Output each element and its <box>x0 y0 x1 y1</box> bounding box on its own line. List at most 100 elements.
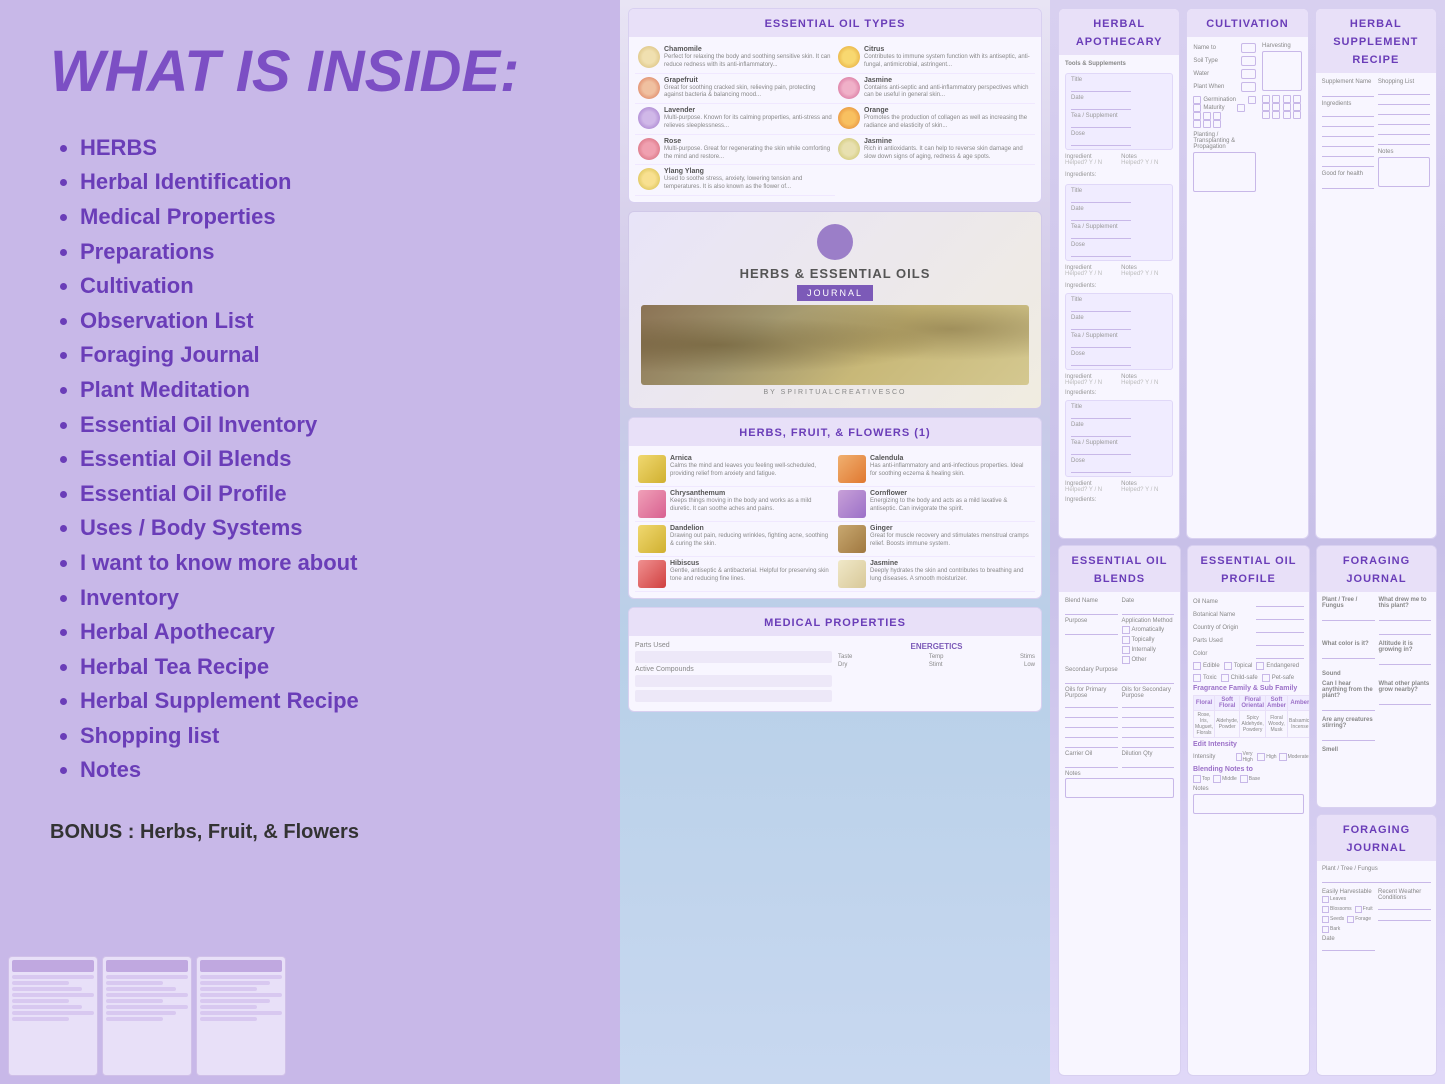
apothecary-row-2: Ingredient Helped? Y / N Notes Helped? Y… <box>1065 154 1173 166</box>
apothecary-subtitle: Tools & Supplements <box>1065 61 1173 67</box>
cultivation-title: CULTIVATION <box>1206 18 1289 30</box>
cultivation-harvesting-box <box>1262 51 1302 91</box>
blending-middle-label: Middle <box>1222 776 1237 782</box>
citrus-icon <box>838 46 860 68</box>
preview-line <box>12 1005 82 1009</box>
foraging-card-1: FORAGING JOURNAL Plant / Tree / Fungus W… <box>1316 545 1437 808</box>
apothecary-body: Tools & Supplements Title Date Tea / Sup… <box>1059 55 1179 509</box>
frag-td-amber: Balsamic, Incense <box>1288 711 1311 738</box>
citrus-desc: Contributes to immune system function wi… <box>864 54 1032 70</box>
eo-profile-label-parts: Parts Used <box>1193 638 1253 644</box>
cultivation-right: Harvesting <box>1262 43 1302 192</box>
apothecary-row-8: Ingredient Helped? Y / N Notes Helped? Y… <box>1065 481 1173 493</box>
apothecary-field-date-3: Date <box>1071 315 1131 330</box>
cultivation-label-water: Water <box>1193 71 1238 77</box>
foraging-body-2: Plant / Tree / Fungus Easily Harvestable… <box>1317 861 1436 956</box>
foraging-line-nearby <box>1379 695 1432 705</box>
supplement-goodfor-label: Good for health <box>1322 171 1374 177</box>
blend-notes-section: Notes <box>1065 771 1174 798</box>
shopping-line-5 <box>1378 127 1430 135</box>
cornflower-content: Cornflower Energizing to the body and ac… <box>870 490 1032 514</box>
preview-line <box>200 999 270 1003</box>
preview-line <box>12 999 69 1003</box>
cult-check-4 <box>1272 103 1280 111</box>
cultivation-body: Name to Soil Type Water Plant When <box>1187 37 1307 198</box>
foraging-label-creatures: Are any creatures stirring? <box>1322 717 1375 729</box>
cult-check-9 <box>1283 103 1291 111</box>
blend-col-secondary: Secondary Purpose <box>1065 667 1174 684</box>
list-item: Herbal Apothecary <box>80 618 570 647</box>
eo-profile-line-parts <box>1256 636 1304 646</box>
cult-check-group-1 <box>1262 95 1280 119</box>
eo-item-grapefruit: Grapefruit Great for soothing cracked sk… <box>635 74 835 105</box>
apothecary-field-type-3: Tea / Supplement <box>1071 333 1131 348</box>
apothecary-line-dose <box>1071 138 1131 146</box>
preview-header <box>106 960 188 972</box>
apothecary-row-5: Title Date Tea / Supplement Dose <box>1065 293 1173 370</box>
hff-ginger: Ginger Great for muscle recovery and sti… <box>835 522 1035 557</box>
ginger-name: Ginger <box>870 525 1032 532</box>
eo-check-childsafe-box <box>1221 674 1229 682</box>
eo-item-jasmine: Jasmine Rich in antioxidants. It can hel… <box>835 135 1035 166</box>
foraging-header-2: FORAGING JOURNAL <box>1317 815 1436 861</box>
eo-profile-row-name: Oil Name <box>1193 597 1304 607</box>
blend-row-carrier: Carrier Oil Dilution Qty <box>1065 751 1174 768</box>
eo-check-edible-label: Edible <box>1203 663 1220 669</box>
blend-col-carrier: Carrier Oil <box>1065 751 1118 768</box>
supplement-goodfor-line <box>1322 179 1374 189</box>
apothecary-label-date-4: Date <box>1071 422 1131 428</box>
cult-check-1 <box>1262 95 1270 103</box>
foraging-body-1: Plant / Tree / Fungus What drew me to th… <box>1317 592 1436 758</box>
foraging-item-hear: Can I hear anything from the plant? <box>1322 681 1375 713</box>
ingredient-line-3 <box>1322 129 1374 137</box>
blending-top: Top <box>1193 775 1210 783</box>
apothecary-line-dose-2 <box>1071 249 1131 257</box>
preview-line <box>106 981 163 985</box>
check-forage-box <box>1347 916 1354 923</box>
medical-right: ENERGETICS Taste Temp Stims Dry Stimt Lo… <box>838 642 1035 705</box>
preview-header <box>200 960 282 972</box>
bonus-detail: : Herbs, Fruit, & Flowers <box>128 821 359 843</box>
eo-types-card: ESSENTIAL OIL TYPES Chamomile Perfect fo… <box>628 8 1042 203</box>
blend-row-3: Secondary Purpose <box>1065 667 1174 684</box>
lavender-icon <box>638 107 660 129</box>
cultivation-planting-section: Planting / Transplanting & Propagation <box>1193 132 1256 192</box>
blend-row-2: Purpose Application Method Aromatically <box>1065 618 1174 664</box>
blend-label-dilution: Dilution Qty <box>1122 751 1175 757</box>
apothecary-line-title <box>1071 84 1131 92</box>
blend-label-date: Date <box>1122 598 1175 604</box>
supplement-title: HERBAL SUPPLEMENT RECIPE <box>1333 18 1418 66</box>
blend-checkbox-other: Other <box>1122 656 1175 664</box>
eo-blends-card: ESSENTIAL OIL BLENDS Blend Name Date Pur… <box>1058 545 1181 1076</box>
calendula-content: Calendula Has anti-inflammatory and anti… <box>870 455 1032 479</box>
apothecary-row-8-left: Ingredient Helped? Y / N <box>1065 481 1117 493</box>
list-item: Herbal Tea Recipe <box>80 653 570 682</box>
primary-oil-line-5 <box>1065 740 1118 748</box>
blend-label-secondary-oils: Oils for Secondary Purpose <box>1122 687 1175 699</box>
foraging-line-drew-2 <box>1379 625 1432 635</box>
apothecary-row-7: Title Date Tea / Supplement Dose <box>1065 400 1173 477</box>
foraging-label-hear: Can I hear anything from the plant? <box>1322 681 1375 699</box>
eo-notes-label: Notes <box>1193 786 1304 792</box>
preview-line <box>200 987 257 991</box>
eo-check-childsafe-label: Child-safe <box>1231 675 1258 681</box>
rose-icon <box>638 138 660 160</box>
blend-label-carrier: Carrier Oil <box>1065 751 1118 757</box>
intensity-high: High <box>1257 751 1276 763</box>
eo-profile-line-country <box>1256 623 1304 633</box>
hff-header: HERBS, FRUIT, & FLOWERS (1) <box>629 418 1041 446</box>
apothecary-row-4-right: Notes Helped? Y / N <box>1121 265 1173 277</box>
preview-line <box>106 1017 163 1021</box>
blend-row-1: Blend Name Date <box>1065 598 1174 615</box>
apothecary-line-dose-4 <box>1071 465 1131 473</box>
frag-td-floral: Rose, Iris, Muguet, Florals <box>1194 711 1215 738</box>
calendula-icon <box>838 455 866 483</box>
blend-check-aroma <box>1122 626 1130 634</box>
apothecary-ingredients-label-2: Ingredients: <box>1065 283 1173 289</box>
cultivation-label-soil: Soil Type <box>1193 58 1238 64</box>
check-fruit: Fruit <box>1355 906 1373 913</box>
apothecary-helped-8: Helped? Y / N <box>1121 487 1173 493</box>
secondary-oil-line-2 <box>1122 710 1175 718</box>
arnica-content: Arnica Calms the mind and leaves you fee… <box>670 455 832 479</box>
cult-checkbox-row-6 <box>1283 111 1301 119</box>
